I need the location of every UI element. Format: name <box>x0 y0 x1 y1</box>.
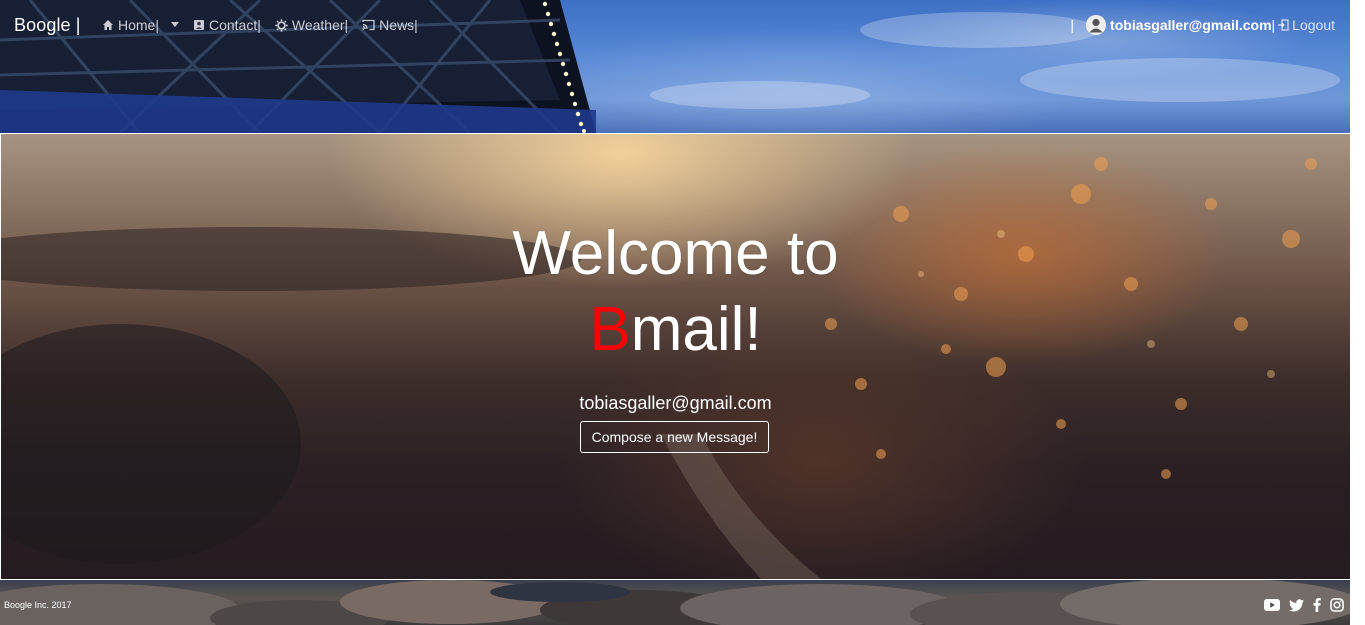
footer: Boogle Inc. 2017 <box>0 580 1350 625</box>
bmail-rest: mail! <box>630 295 762 364</box>
nav-news[interactable]: News| <box>362 17 418 33</box>
bmail-initial: B <box>589 295 631 364</box>
nav-separator: | <box>1070 17 1075 33</box>
nav-contact-label: Contact| <box>208 17 261 33</box>
facebook-icon[interactable] <box>1313 598 1321 612</box>
sun-icon <box>275 18 288 32</box>
scrollbar-gutter <box>1350 0 1365 625</box>
compose-message-button[interactable]: Compose a new Message! <box>580 421 769 453</box>
nav-news-label: News| <box>379 17 418 33</box>
avatar[interactable] <box>1086 15 1107 35</box>
hero-user-email: tobiasgaller@gmail.com <box>579 393 772 413</box>
contact-card-icon <box>193 20 204 30</box>
user-email[interactable]: tobiasgaller@gmail.com <box>1110 17 1271 33</box>
nav-contact[interactable]: Contact| <box>193 17 261 33</box>
logout-label: Logout <box>1292 17 1335 33</box>
bmail-title: Bmail! <box>1 292 1350 368</box>
user-menu: | tobiasgaller@gmail.com | Logout <box>1070 15 1335 35</box>
nav-menu: Home| Contact| Weather| News| <box>102 17 418 33</box>
instagram-icon[interactable] <box>1330 598 1344 612</box>
copyright-text: Boogle Inc. 2017 <box>4 600 72 610</box>
logout-link[interactable]: Logout <box>1277 17 1335 33</box>
chevron-down-icon[interactable] <box>170 21 179 27</box>
welcome-heading: Welcome to <box>512 219 839 288</box>
nav-home[interactable]: Home| <box>102 17 179 33</box>
nav-home-label: Home| <box>118 17 159 33</box>
hero-section: Welcome to Bmail! tobiasgaller@gmail.com… <box>0 134 1351 580</box>
home-icon <box>103 20 113 30</box>
twitter-icon[interactable] <box>1289 598 1304 612</box>
cast-icon <box>362 19 375 31</box>
brand-logo[interactable]: Boogle | <box>14 15 81 36</box>
logout-icon <box>1278 19 1289 31</box>
page: Boogle | Home| Contact| Weather| News| |… <box>0 0 1365 625</box>
header: Boogle | Home| Contact| Weather| News| |… <box>0 0 1351 134</box>
youtube-icon[interactable] <box>1264 599 1280 611</box>
navbar: Boogle | Home| Contact| Weather| News| |… <box>0 0 1350 50</box>
nav-weather[interactable]: Weather| <box>275 17 348 33</box>
footer-background-image <box>0 580 1350 625</box>
social-links <box>1264 598 1344 612</box>
nav-weather-label: Weather| <box>291 17 349 33</box>
user-separator: | <box>1271 17 1276 33</box>
